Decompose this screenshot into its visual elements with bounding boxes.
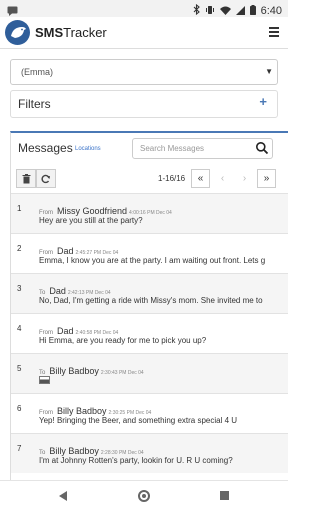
chevron-left-icon: ‹	[220, 173, 225, 184]
image-attachment-icon[interactable]	[39, 376, 50, 384]
chevron-down-icon: ▼	[265, 67, 273, 76]
message-body: Hi Emma, are you ready for me to pick yo…	[39, 336, 207, 345]
pagination-count: 1-16/16	[158, 174, 186, 183]
contact-select[interactable]: (Emma) ▼	[10, 59, 278, 85]
message-row[interactable]: 4 From Dad 2:40:58 PM Dec 04 Hi Emma, are …	[11, 313, 288, 353]
system-nav-bar	[0, 480, 288, 512]
clock: 6:40	[260, 5, 282, 17]
messages-toolbar: 1-16/16 « ‹ › »	[11, 169, 288, 189]
app-title: SMSTracker	[35, 25, 107, 40]
contact-name: Billy Badboy	[57, 406, 107, 416]
filters-label: Filters	[18, 97, 51, 111]
message-body: Yep! Bringing the Beer, and something ex…	[39, 416, 238, 425]
message-row[interactable]: 6 From Billy Badboy 2:30:25 PM Dec 04 Yep!…	[11, 393, 288, 433]
message-row[interactable]: 2 From Dad 2:45:27 PM Dec 04 Emma, I know …	[11, 233, 288, 273]
search-icon[interactable]	[255, 141, 269, 160]
message-body: I'm at Johnny Rotten's party, lookin for…	[39, 456, 233, 465]
status-bar: 6:40	[0, 0, 288, 17]
message-body: Hey are you still at the party?	[39, 216, 143, 225]
app-bar: SMSTracker	[0, 17, 288, 49]
messages-title: Messages	[18, 141, 73, 155]
contact-name: Dad	[57, 246, 74, 256]
message-body: No, Dad, I'm getting a ride with Missy's…	[39, 296, 263, 305]
refresh-icon	[41, 174, 50, 183]
message-row[interactable]: 3 To Dad 2:42:13 PM Dec 04 No, Dad, I'm ge…	[11, 273, 288, 313]
first-page-button[interactable]: «	[191, 169, 210, 188]
double-chevron-left-icon: «	[197, 173, 204, 184]
messages-panel: Messages Locations Search Messages 1-16/…	[10, 131, 288, 512]
messages-header: Messages Locations Search Messages	[11, 133, 288, 164]
locations-link[interactable]: Locations	[75, 146, 101, 152]
app-logo	[5, 20, 30, 45]
contact-name: Dad	[57, 326, 74, 336]
contact-name: Billy Badboy	[49, 446, 99, 456]
last-page-button[interactable]: »	[257, 169, 276, 188]
timestamp: 2:30:43 PM Dec 04	[100, 370, 144, 376]
double-chevron-right-icon: »	[263, 173, 270, 184]
message-row[interactable]: 1 From Missy Goodfriend 4:00:16 PM Dec 04 …	[11, 193, 288, 233]
chevron-right-icon: ›	[242, 173, 247, 184]
home-icon[interactable]	[138, 490, 150, 502]
contact-name: Billy Badboy	[49, 366, 99, 376]
contact-select-value: (Emma)	[21, 67, 53, 77]
trash-icon	[22, 173, 30, 183]
back-icon[interactable]	[59, 491, 67, 501]
filters-panel[interactable]: Filters +	[10, 90, 278, 118]
recent-apps-icon[interactable]	[220, 491, 229, 500]
search-input[interactable]: Search Messages	[132, 138, 273, 159]
message-body: Emma, I know you are at the party. I am …	[39, 256, 266, 265]
delete-button[interactable]	[16, 169, 36, 188]
menu-icon[interactable]	[269, 27, 279, 39]
contact-name: Missy Goodfriend	[57, 206, 128, 216]
message-row[interactable]: 7 To Billy Badboy 2:28:30 PM Dec 04 I'm at…	[11, 433, 288, 473]
search-placeholder: Search Messages	[140, 144, 205, 153]
message-row[interactable]: 5 To Billy Badboy 2:30:43 PM Dec 04	[11, 353, 288, 393]
refresh-button[interactable]	[36, 169, 56, 188]
prev-page-button[interactable]: ‹	[213, 169, 232, 188]
next-page-button[interactable]: ›	[235, 169, 254, 188]
contact-name: Dad	[49, 286, 66, 296]
plus-icon[interactable]: +	[259, 94, 267, 109]
